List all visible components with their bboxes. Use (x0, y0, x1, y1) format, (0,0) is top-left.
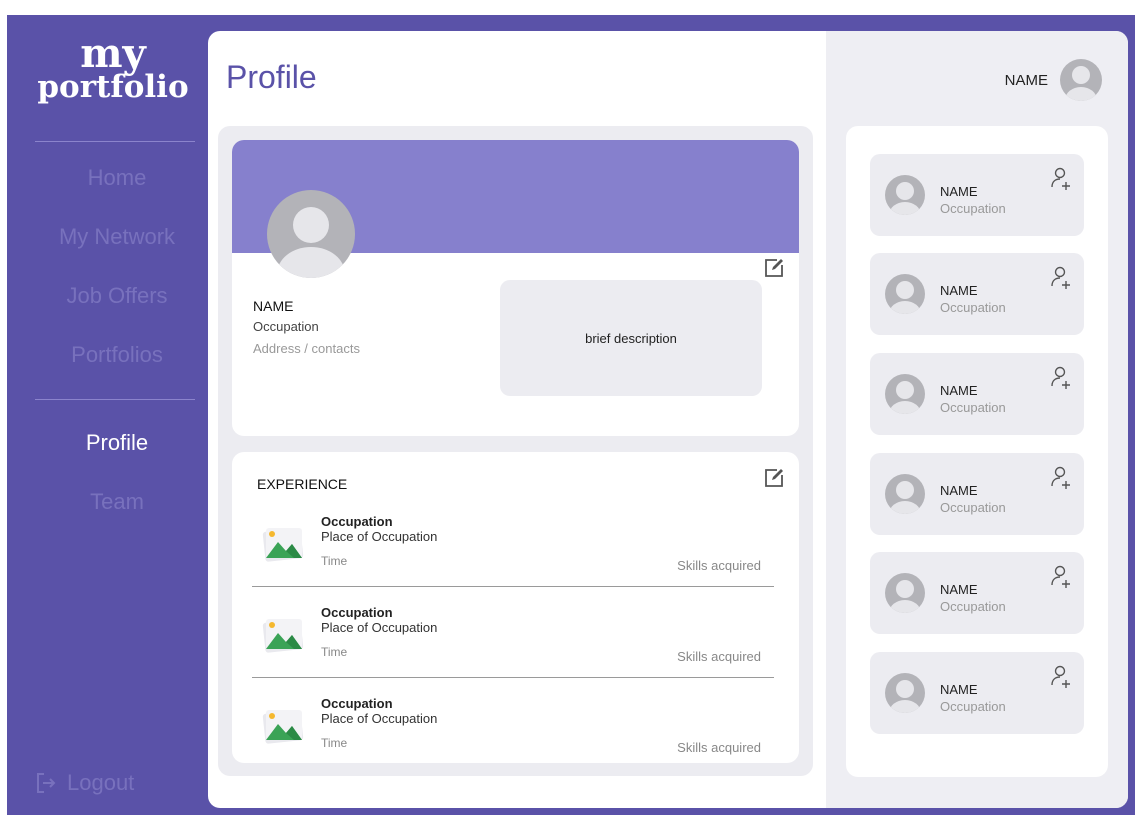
image-icon (262, 710, 304, 744)
profile-description: brief description (500, 280, 762, 396)
experience-divider (252, 586, 774, 587)
avatar-icon (885, 474, 925, 514)
sidebar-item-home[interactable]: Home (27, 165, 207, 191)
sidebar-divider (35, 399, 195, 400)
image-icon (262, 528, 304, 562)
person-card[interactable]: NAME Occupation (870, 652, 1084, 734)
logo[interactable]: my portfolio (25, 30, 201, 105)
experience-skills: Skills acquired (677, 649, 761, 664)
logout-button[interactable]: Logout (35, 770, 134, 796)
avatar-icon (885, 374, 925, 414)
add-user-icon[interactable] (1050, 664, 1072, 688)
person-occupation: Occupation (940, 699, 1006, 714)
add-user-icon[interactable] (1050, 265, 1072, 289)
sidebar-item-job-offers[interactable]: Job Offers (27, 283, 207, 309)
experience-occupation: Occupation (321, 605, 393, 620)
person-occupation: Occupation (940, 201, 1006, 216)
person-occupation: Occupation (940, 400, 1006, 415)
edit-icon[interactable] (762, 256, 786, 280)
avatar-icon (885, 175, 925, 215)
page-title: Profile (226, 59, 317, 95)
person-name: NAME (940, 483, 978, 498)
person-occupation: Occupation (940, 500, 1006, 515)
experience-occupation: Occupation (321, 696, 393, 711)
experience-place: Place of Occupation (321, 711, 438, 726)
person-card[interactable]: NAME Occupation (870, 453, 1084, 535)
avatar-icon (267, 190, 355, 278)
avatar-icon (1060, 59, 1102, 101)
person-card[interactable]: NAME Occupation (870, 253, 1084, 335)
main-panel: Profile NAME NAME Occupation Address / c… (208, 31, 1128, 808)
experience-place: Place of Occupation (321, 620, 438, 635)
avatar-icon (885, 573, 925, 613)
sidebar-item-my-network[interactable]: My Network (27, 224, 207, 250)
sidebar-item-portfolios[interactable]: Portfolios (27, 342, 207, 368)
avatar-icon (885, 673, 925, 713)
person-name: NAME (940, 682, 978, 697)
experience-time: Time (321, 736, 348, 750)
logout-label: Logout (67, 770, 135, 795)
logo-line-2: portfolio (37, 69, 189, 105)
edit-icon[interactable] (762, 466, 786, 490)
experience-time: Time (321, 554, 348, 568)
image-icon (262, 619, 304, 653)
person-name: NAME (940, 383, 978, 398)
experience-divider (252, 677, 774, 678)
experience-card: EXPERIENCE Occupation Place of Occupatio… (232, 452, 799, 763)
avatar-icon (885, 274, 925, 314)
profile-address: Address / contacts (253, 341, 360, 356)
sidebar-item-profile[interactable]: Profile (27, 430, 207, 456)
person-occupation: Occupation (940, 300, 1006, 315)
experience-place: Place of Occupation (321, 529, 438, 544)
person-card[interactable]: NAME Occupation (870, 154, 1084, 236)
profile-occupation: Occupation (253, 319, 319, 334)
add-user-icon[interactable] (1050, 564, 1072, 588)
experience-skills: Skills acquired (677, 740, 761, 755)
people-suggestions: NAME Occupation NAME Occupation NAME Occ… (846, 126, 1108, 777)
person-occupation: Occupation (940, 599, 1006, 614)
profile-card: NAME Occupation Address / contacts brief… (232, 140, 799, 436)
person-name: NAME (940, 283, 978, 298)
experience-item[interactable]: Occupation Place of Occupation Time Skil… (232, 603, 799, 693)
add-user-icon[interactable] (1050, 365, 1072, 389)
profile-content: NAME Occupation Address / contacts brief… (218, 126, 813, 776)
add-user-icon[interactable] (1050, 166, 1072, 190)
person-card[interactable]: NAME Occupation (870, 552, 1084, 634)
logout-icon (37, 773, 56, 793)
sidebar-divider (35, 141, 195, 142)
logo-line-1: my (80, 30, 146, 77)
sidebar-item-team[interactable]: Team (27, 489, 207, 515)
person-name: NAME (940, 184, 978, 199)
experience-item[interactable]: Occupation Place of Occupation Time Skil… (232, 512, 799, 602)
profile-description-text: brief description (585, 330, 677, 346)
experience-skills: Skills acquired (677, 558, 761, 573)
person-name: NAME (940, 582, 978, 597)
experience-item[interactable]: Occupation Place of Occupation Time Skil… (232, 694, 799, 763)
experience-occupation: Occupation (321, 514, 393, 529)
experience-time: Time (321, 645, 348, 659)
experience-title: EXPERIENCE (257, 476, 348, 492)
profile-name: NAME (253, 298, 294, 314)
current-user[interactable]: NAME (1005, 59, 1102, 101)
current-user-name: NAME (1004, 71, 1048, 89)
person-card[interactable]: NAME Occupation (870, 353, 1084, 435)
add-user-icon[interactable] (1050, 465, 1072, 489)
